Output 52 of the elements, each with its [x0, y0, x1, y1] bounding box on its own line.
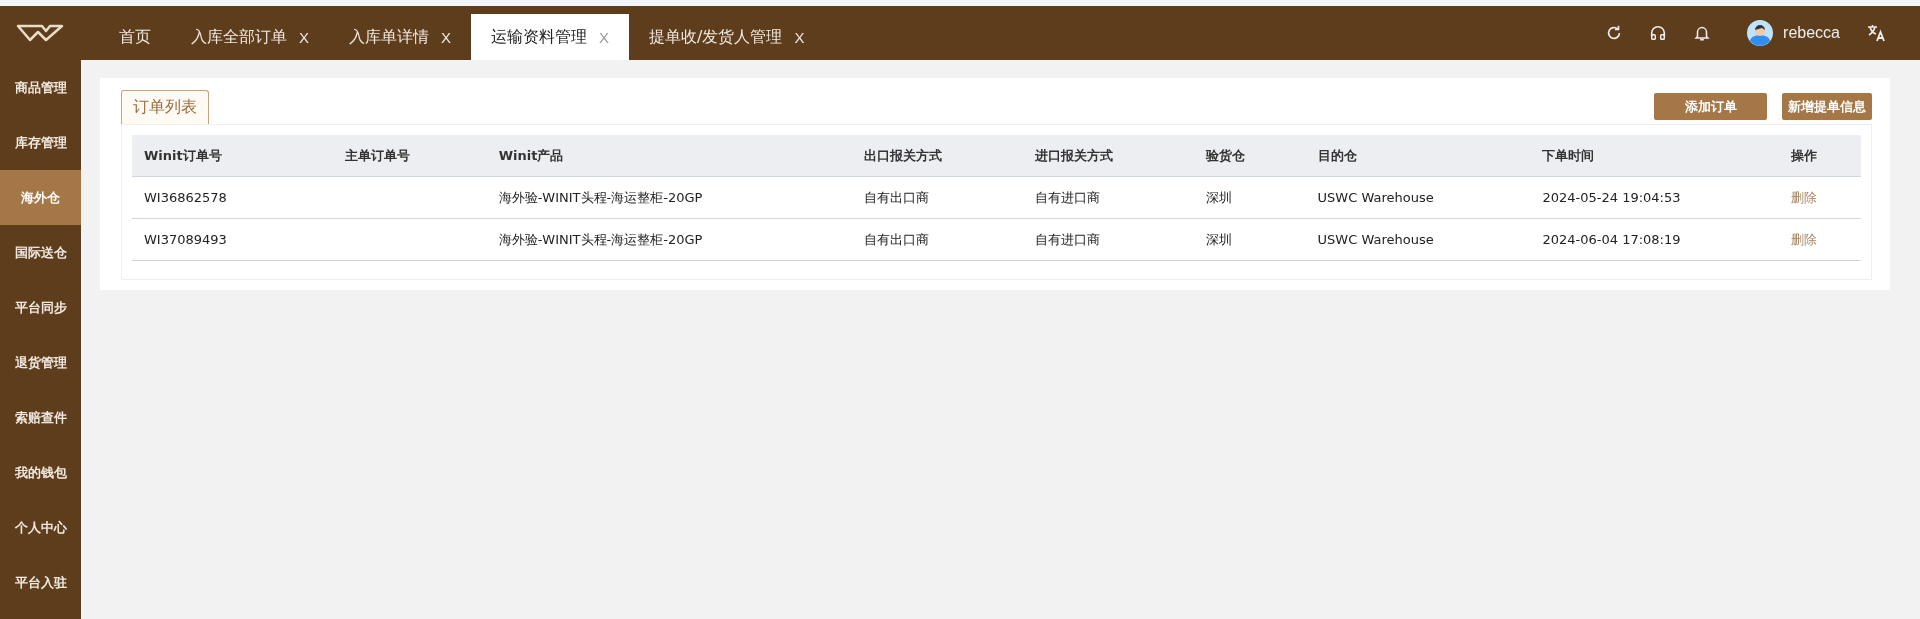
table-cell: 深圳	[1205, 231, 1232, 247]
table-cell: USWC Warehouse	[1317, 232, 1434, 247]
close-icon[interactable]: X	[441, 28, 452, 46]
table-cell: 自有出口商	[864, 189, 930, 205]
table-cell: 自有进口商	[1034, 231, 1100, 247]
sidebar-item[interactable]: 退货管理	[0, 335, 81, 390]
sidebar-item[interactable]: 平台同步	[0, 280, 81, 335]
nav-tab[interactable]: 入库单详情 X	[329, 14, 472, 60]
headset-icon[interactable]	[1649, 24, 1668, 42]
table-cell: 自有出口商	[864, 231, 930, 247]
nav-tab[interactable]: 运输资料管理 X	[471, 14, 630, 60]
sidebar-item[interactable]: 海外仓	[0, 170, 81, 225]
column-header: 操作	[1790, 147, 1817, 163]
column-header: 出口报关方式	[864, 147, 943, 163]
translate-icon[interactable]	[1866, 23, 1886, 43]
column-header: 主单订单号	[344, 147, 410, 163]
close-icon[interactable]: X	[794, 28, 805, 46]
column-header: 验货仓	[1205, 147, 1245, 163]
table-cell: USWC Warehouse	[1317, 190, 1434, 205]
table-cell: 海外验-WINIT头程-海运整柜-20GP	[498, 189, 703, 205]
action-button[interactable]: 添加订单	[1654, 93, 1767, 120]
column-header: Winit产品	[498, 147, 564, 163]
sidebar-item[interactable]: 商品管理	[0, 60, 81, 115]
delete-link[interactable]: 删除	[1790, 231, 1817, 247]
sidebar-item[interactable]: 库存管理	[0, 115, 81, 170]
sidebar-item[interactable]: 索赔查件	[0, 390, 81, 445]
sidebar-item[interactable]: 我的钱包	[0, 445, 81, 500]
column-header: 目的仓	[1317, 147, 1357, 163]
sidebar-item[interactable]: 平台入驻	[0, 555, 81, 610]
delete-link[interactable]: 删除	[1790, 189, 1817, 205]
column-header: 进口报关方式	[1034, 147, 1113, 163]
table-cell: 海外验-WINIT头程-海运整柜-20GP	[498, 231, 703, 247]
column-header: Winit订单号	[144, 147, 222, 163]
column-header: 下单时间	[1542, 147, 1595, 163]
table-cell: 2024-06-04 17:08:19	[1542, 232, 1681, 247]
nav-tab[interactable]: 入库全部订单 X	[171, 14, 329, 60]
avatar-icon[interactable]	[1747, 20, 1774, 46]
action-button[interactable]: 新增提单信息	[1782, 93, 1872, 120]
sidebar-item[interactable]: 个人中心	[0, 500, 81, 555]
sidebar-item[interactable]: 国际送仓	[0, 225, 81, 280]
close-icon[interactable]: X	[299, 28, 309, 46]
user-name[interactable]: rebecca	[1783, 24, 1840, 42]
table-cell: WI37089493	[144, 232, 227, 247]
table-cell: 自有进口商	[1034, 189, 1100, 205]
logo-icon	[15, 23, 66, 43]
panel-tab[interactable]: 订单列表	[121, 90, 209, 124]
table-cell: WI36862578	[144, 190, 227, 205]
table-cell: 2024-05-24 19:04:53	[1542, 190, 1681, 205]
nav-tab[interactable]: 提单收/发货人管理 X	[629, 14, 825, 60]
bell-icon[interactable]	[1693, 24, 1712, 42]
table-cell: 深圳	[1205, 189, 1232, 205]
nav-tab[interactable]: 首页	[99, 14, 171, 60]
